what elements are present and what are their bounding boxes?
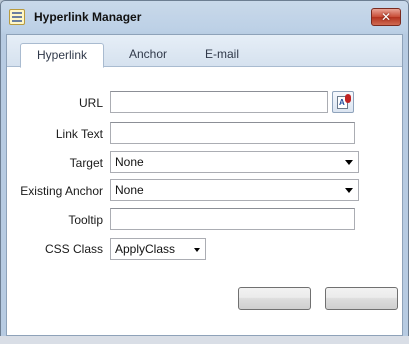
css-class-select[interactable]: ApplyClass xyxy=(110,238,206,260)
url-label: URL xyxy=(78,96,103,110)
pin-icon xyxy=(345,94,351,103)
existing-anchor-label: Existing Anchor xyxy=(20,184,103,198)
tooltip-input[interactable] xyxy=(110,208,355,230)
target-select-value: None xyxy=(115,155,144,169)
background-strip xyxy=(0,336,409,344)
title-bar[interactable]: Hyperlink Manager ✕ xyxy=(1,1,408,34)
tab-email[interactable]: E-mail xyxy=(189,43,255,67)
link-text-input[interactable] xyxy=(110,122,355,144)
tab-anchor[interactable]: Anchor xyxy=(113,43,183,67)
tab-hyperlink[interactable]: Hyperlink xyxy=(20,43,104,68)
tab-strip: Hyperlink Anchor E-mail xyxy=(7,35,402,68)
target-label: Target xyxy=(69,156,103,170)
dialog-content: Hyperlink Anchor E-mail URL Link Text Ta… xyxy=(6,34,403,336)
dialog-app-icon xyxy=(9,9,25,25)
url-input[interactable] xyxy=(110,91,328,113)
chevron-down-icon xyxy=(345,160,353,165)
target-select[interactable]: None xyxy=(110,151,359,173)
css-class-label: CSS Class xyxy=(44,242,103,256)
existing-anchor-select[interactable]: None xyxy=(110,179,359,201)
ok-button[interactable] xyxy=(238,287,311,310)
browse-link-button[interactable] xyxy=(332,91,354,113)
chevron-down-icon xyxy=(194,248,200,252)
chevron-down-icon xyxy=(345,188,353,193)
hyperlink-manager-dialog: Hyperlink Manager ✕ Hyperlink Anchor E-m… xyxy=(0,0,409,340)
cancel-button[interactable] xyxy=(325,287,398,310)
link-text-label: Link Text xyxy=(55,127,103,141)
close-button[interactable]: ✕ xyxy=(371,8,401,26)
close-icon: ✕ xyxy=(380,10,392,24)
tooltip-label: Tooltip xyxy=(68,213,103,227)
dialog-title: Hyperlink Manager xyxy=(34,10,142,24)
existing-anchor-select-value: None xyxy=(115,183,144,197)
css-class-select-value: ApplyClass xyxy=(115,242,176,256)
